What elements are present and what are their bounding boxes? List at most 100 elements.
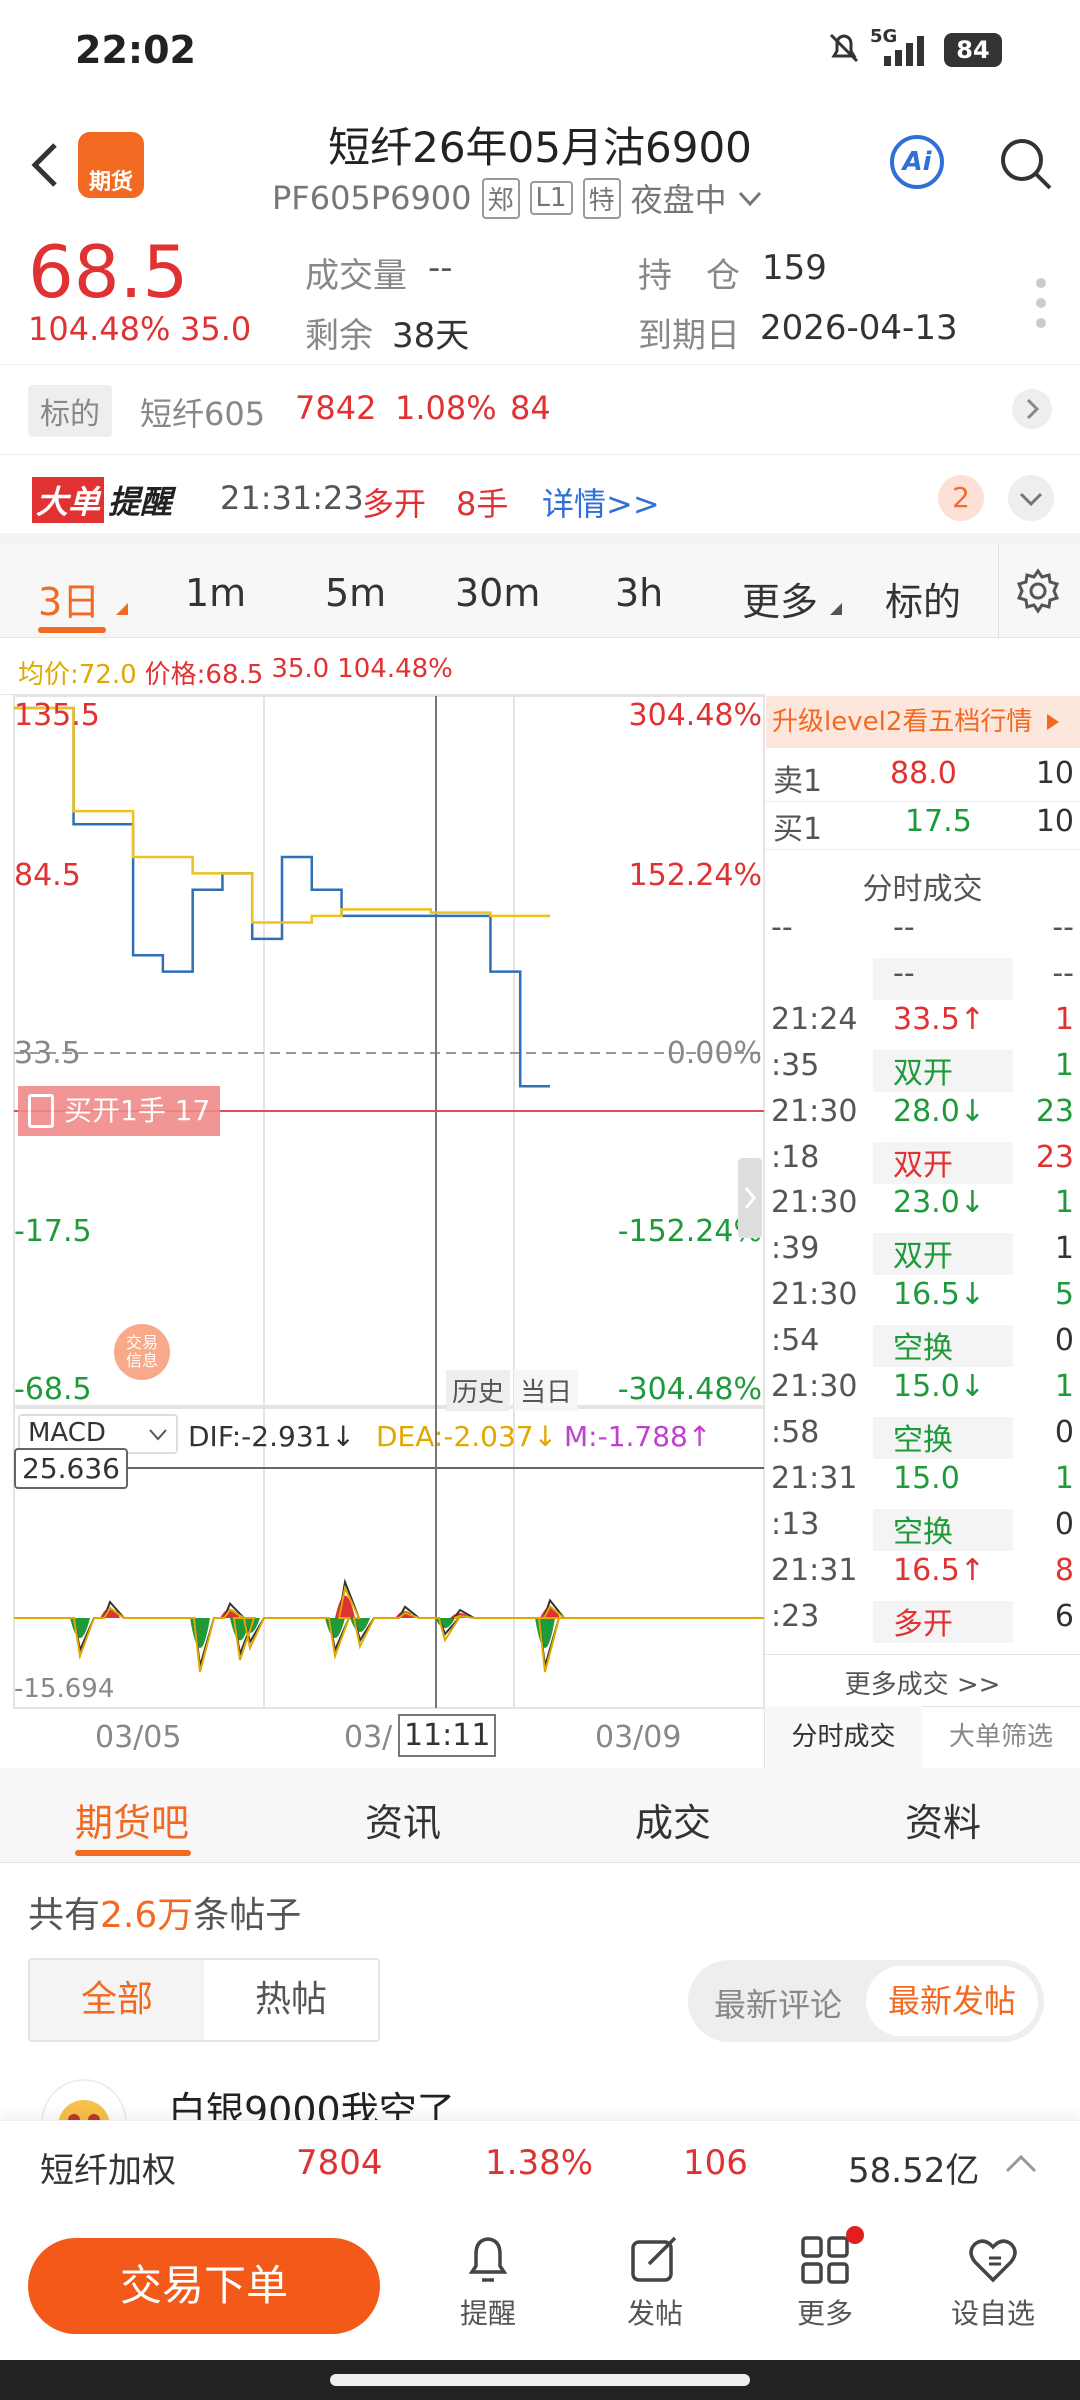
price-chart[interactable] — [0, 638, 765, 1768]
chevron-up-icon[interactable] — [1003, 2151, 1039, 2175]
tick-price: 15.0 — [893, 1460, 960, 1496]
tab-trades[interactable]: 成交 — [635, 1792, 711, 1847]
trade-order-button[interactable]: 交易下单 — [28, 2238, 380, 2334]
tick-price: 33.5↑ — [893, 1001, 985, 1037]
avatar[interactable] — [40, 2078, 128, 2120]
filter-hot[interactable]: 热帖 — [204, 1960, 378, 2040]
nav-add-watchlist[interactable]: 设自选 — [948, 2232, 1038, 2332]
open-interest-label: 持 仓 — [638, 256, 740, 296]
tab-divider — [998, 543, 999, 638]
expand-icon[interactable] — [1008, 475, 1054, 521]
tick-price: 空换 — [893, 1514, 953, 1550]
ai-button[interactable]: Ai — [890, 135, 944, 189]
post-filter: 全部 热帖 — [28, 1958, 380, 2042]
logo-big: 大单 — [32, 477, 105, 523]
exchange-badge: 郑 — [481, 177, 520, 219]
more-trades-link[interactable]: 更多成交 >> — [765, 1664, 1080, 1701]
forum-active-indicator — [75, 1850, 191, 1856]
nav-post[interactable]: 发帖 — [610, 2232, 700, 2332]
tab-corner-icon — [116, 603, 128, 615]
order-tag-label: 买开1手 17 — [64, 1094, 211, 1127]
today-button[interactable]: 当日 — [514, 1370, 579, 1411]
tick-row: -- -- -- — [765, 910, 1080, 956]
home-indicator[interactable] — [330, 2374, 750, 2386]
expiry-value: 2026-04-13 — [760, 308, 958, 348]
tick-price: 15.0↓ — [893, 1369, 985, 1404]
tick-row: 21:30 23.0↓ 1 — [765, 1185, 1080, 1231]
alert-detail-link[interactable]: 详情>> — [542, 479, 660, 525]
pending-order-tag[interactable]: 买开1手 17 — [18, 1086, 221, 1136]
last-price: 68.5 — [28, 230, 189, 314]
tab-3day[interactable]: 3日 — [38, 571, 100, 626]
ask-volume: 10 — [1035, 756, 1074, 791]
x-label-3: 03/09 — [595, 1720, 682, 1755]
nav-watchlist-label: 设自选 — [950, 2297, 1035, 2330]
chevron-right-icon[interactable] — [1012, 389, 1052, 429]
post-count-post: 条帖子 — [193, 1895, 302, 1936]
history-button[interactable]: 历史 — [446, 1370, 511, 1411]
tick-row: 21:24 33.5↑ 1 — [765, 1002, 1080, 1048]
tick-time: -- — [771, 910, 793, 945]
notification-dot — [846, 2226, 864, 2244]
trade-info-bubble[interactable]: 交易信息 — [114, 1324, 170, 1380]
underlying-row[interactable]: 标的 短纤605 7842 1.08% 84 — [0, 365, 1080, 455]
level-badge: L1 — [529, 181, 573, 215]
bottom-ticker[interactable]: 短纤加权 7804 1.38% 106 58.52亿 — [0, 2120, 1080, 2210]
tick-price: 双开 — [893, 1055, 953, 1091]
tick-time: :13 — [771, 1506, 820, 1542]
nav-more[interactable]: 更多 — [780, 2226, 870, 2332]
big-order-logo: 大单 提醒 — [32, 477, 172, 523]
tick-volume: 1 — [1054, 1185, 1074, 1221]
special-badge: 特 — [582, 177, 621, 219]
remaining-value: 38天 — [392, 316, 470, 356]
sort-latest-post[interactable]: 最新发帖 — [866, 1966, 1038, 2036]
sort-latest-comment[interactable]: 最新评论 — [714, 1980, 842, 2026]
session-status[interactable]: 夜盘中 — [631, 175, 727, 221]
search-icon[interactable] — [998, 136, 1054, 192]
filter-all[interactable]: 全部 — [30, 1960, 204, 2040]
post-count-number: 2.6万 — [100, 1895, 194, 1936]
ticker-name: 短纤加权 — [40, 2151, 176, 2191]
change-value: 35.0 — [180, 310, 252, 348]
header: 期货 短纤26年05月沽6900 PF605P6900 郑 L1 特 夜盘中 A… — [0, 100, 1080, 230]
tick-row: 21:31 15.0 1 — [765, 1461, 1080, 1507]
tab-underlying[interactable]: 标的 — [885, 571, 961, 626]
upgrade-level2-banner[interactable]: 升级level2看五档行情 — [766, 696, 1080, 748]
more-vertical-icon[interactable] — [1035, 275, 1047, 335]
grid-icon — [801, 2236, 849, 2284]
tab-news[interactable]: 资讯 — [365, 1792, 441, 1847]
nav-post-label: 发帖 — [626, 2297, 683, 2330]
side-tab-big-orders[interactable]: 大单筛选 — [922, 1706, 1080, 1768]
tick-price: -- — [893, 910, 915, 945]
alert-count-badge: 2 — [938, 475, 984, 521]
tab-3h[interactable]: 3h — [615, 571, 663, 615]
post-count-pre: 共有 — [28, 1895, 101, 1936]
tab-5m[interactable]: 5m — [325, 571, 386, 615]
tick-volume: -- — [1052, 955, 1074, 991]
open-interest-value: 159 — [762, 248, 827, 288]
settings-gear-icon[interactable] — [1015, 568, 1061, 614]
tick-time: 21:30 — [771, 1277, 858, 1313]
big-order-alert[interactable]: 大单 提醒 21:31:23 多开 8手 详情>> 2 — [0, 455, 1080, 543]
tick-volume: 23 — [1035, 1093, 1074, 1129]
post-title[interactable]: 白银9000我空了 — [168, 2080, 455, 2120]
tab-1m[interactable]: 1m — [185, 571, 246, 615]
chevron-down-icon[interactable] — [737, 179, 763, 217]
signal-icon — [880, 34, 930, 68]
side-expand-handle[interactable] — [738, 1158, 762, 1238]
macd-selector-label: MACD — [28, 1418, 106, 1448]
battery-icon: 84 — [944, 33, 1002, 67]
chart-area: 均价:72.0 价格:68.5 35.0 104.48% 135.5 84.5 … — [0, 638, 1080, 1768]
tab-more[interactable]: 更多 — [742, 571, 818, 626]
tick-price: 23.0↓ — [893, 1185, 985, 1221]
tick-volume: 1 — [1054, 1047, 1074, 1083]
tab-futures-bar[interactable]: 期货吧 — [75, 1792, 189, 1847]
nav-remind[interactable]: 提醒 — [443, 2232, 533, 2332]
tab-30m[interactable]: 30m — [455, 571, 540, 615]
side-tab-ticks[interactable]: 分时成交 — [765, 1706, 922, 1768]
tab-info[interactable]: 资料 — [905, 1792, 981, 1847]
tick-row: 21:30 15.0↓ 1 — [765, 1369, 1080, 1415]
tick-price: 多开 — [893, 1606, 953, 1642]
tick-row: :35 双开 1 — [765, 1048, 1080, 1094]
tick-volume: 8 — [1054, 1552, 1074, 1588]
